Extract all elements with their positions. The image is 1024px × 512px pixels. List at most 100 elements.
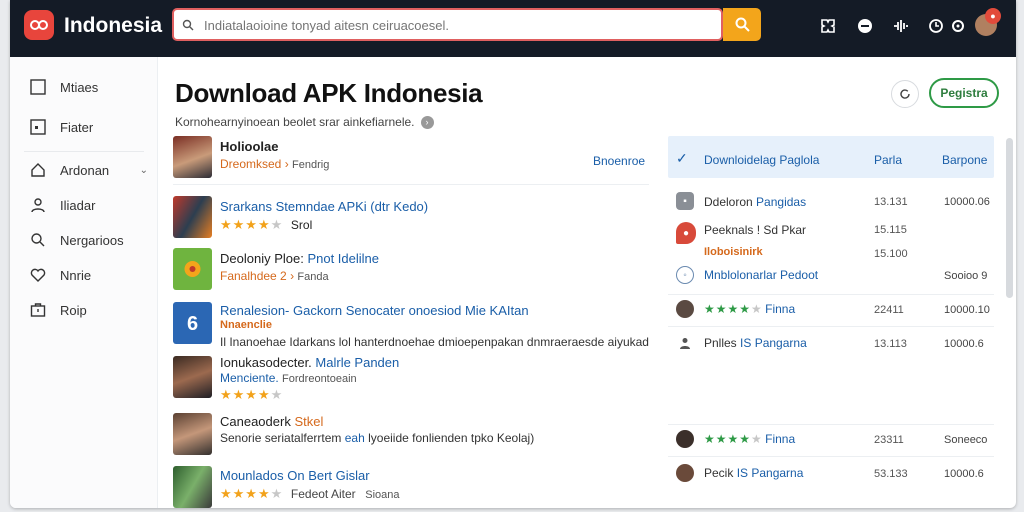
table-row[interactable]: Pnlles IS Pangarna 13.113 10000.6 [668, 334, 994, 354]
row-divider [668, 294, 994, 295]
app-thumbnail[interactable] [173, 248, 212, 290]
notification-badge-icon: ● [985, 8, 1001, 24]
search-icon [735, 17, 750, 32]
svg-text:6: 6 [187, 313, 198, 335]
square-dot-icon [28, 117, 48, 137]
pin-icon: ● [676, 222, 696, 244]
row-divider [173, 184, 649, 185]
avatar [676, 430, 694, 448]
search-input[interactable] [182, 15, 682, 35]
app-description: Il Inanoehae Idarkans lol hanterdnoehae … [220, 335, 649, 349]
app-meta: Nnaenclie [220, 319, 272, 331]
table-row[interactable]: Pecik IS Pangarna 53.133 10000.6 [668, 464, 994, 484]
home-icon [28, 160, 48, 180]
app-title[interactable]: Ionukasodecter. Malrle Panden [220, 355, 399, 370]
sidebar-divider [24, 151, 144, 152]
sidebar: Mtiaes Fiater Ardonan ⌄ Iliadar Nergario… [10, 57, 158, 508]
featured-item[interactable]: Holioolae Dreomksed › Fendrig Bnoenroe [173, 136, 649, 184]
chevron-down-icon[interactable]: ⌄ [140, 165, 148, 176]
table-row[interactable]: ▪ Ddeloron Pangidas 13.131 10000.06 [668, 192, 994, 212]
sidebar-item-2[interactable]: Ardonan ⌄ [28, 159, 148, 181]
app-thumbnail[interactable] [173, 356, 212, 398]
list-item[interactable]: Srarkans Stemndae APKi (dtr Kedo) ★★★★★ … [173, 196, 649, 242]
app-small-icon: ▪ [676, 192, 694, 210]
app-title[interactable]: Renalesion- Gackorn Senocater onoesiod M… [220, 303, 529, 318]
app-thumbnail[interactable]: 6 [173, 302, 212, 344]
clock-icon[interactable] [926, 16, 946, 36]
settings-icon[interactable] [948, 16, 968, 36]
subtitle-text: Kornohearnyinoean beolet srar ainkefiarn… [175, 115, 415, 129]
avatar [676, 464, 694, 482]
featured-thumbnail[interactable] [173, 136, 212, 178]
app-rating: ★★★★★ Fedeot Aiter Sioana [220, 486, 400, 501]
refresh-button[interactable] [891, 80, 919, 108]
list-item[interactable]: Caneaoderk Stkel Senorie seriatalferrtem… [173, 413, 649, 459]
sidebar-item-4[interactable]: Nergarioos [28, 229, 148, 251]
app-title[interactable]: Mounlados On Bert Gislar [220, 468, 370, 483]
list-item[interactable]: Deoloniy Ploe: Pnot Idelilne Fanalhdee 2… [173, 248, 649, 294]
register-button[interactable]: Pegistra [929, 78, 999, 108]
scrollbar[interactable] [1006, 138, 1013, 298]
download-panel-header: ✓ Downloidelag Paglola Parla Barpone [668, 136, 994, 178]
briefcase-icon [28, 300, 48, 320]
page-title: Download APK Indonesia [175, 78, 483, 108]
row-divider [668, 424, 994, 425]
app-logo-icon[interactable] [24, 10, 54, 40]
app-window: Indonesia ● Mtiaes [10, 0, 1016, 508]
download-panel: ✓ Downloidelag Paglola Parla Barpone ▪ D… [668, 136, 994, 508]
row-divider [668, 326, 994, 327]
arrow-right-icon[interactable]: › [420, 115, 434, 129]
sidebar-item-label: Mtiaes [60, 79, 99, 95]
app-thumbnail[interactable] [173, 413, 212, 455]
sidebar-item-1[interactable]: Fiater [28, 116, 148, 138]
page-subtitle: Kornohearnyinoean beolet srar ainkefiarn… [175, 115, 434, 129]
table-row[interactable]: ★★★★★ Finna 22411 10000.10 [668, 300, 994, 320]
square-icon [28, 77, 48, 97]
row-divider [668, 456, 994, 457]
sidebar-item-3[interactable]: Iliadar [28, 194, 148, 216]
app-meta: Menciente. Fordreontoeain [220, 371, 357, 385]
sidebar-item-label: Fiater [60, 119, 94, 135]
search-button[interactable] [723, 8, 761, 41]
sidebar-item-6[interactable]: Roip [28, 299, 148, 321]
app-description: Senorie seriatalferrtem eah lyoeiide fon… [220, 431, 535, 445]
app-meta: Fanalhdee 2 › Fanda [220, 269, 329, 283]
sidebar-item-label: Iliadar [60, 197, 96, 213]
sidebar-item-label: Nergarioos [60, 232, 124, 248]
app-thumbnail[interactable] [173, 466, 212, 508]
refresh-icon [900, 89, 910, 99]
avatar [676, 300, 694, 318]
app-title[interactable]: Srarkans Stemndae APKi (dtr Kedo) [220, 199, 428, 214]
app-title[interactable]: Deoloniy Ploe: Pnot Idelilne [220, 251, 379, 266]
user-icon [676, 334, 694, 352]
list-item[interactable]: Mounlados On Bert Gislar ★★★★★ Fedeot Ai… [173, 466, 649, 508]
column-header-1[interactable]: Parla [874, 153, 902, 167]
table-row[interactable]: ★★★★★ Finna 23311 Soneeco [668, 430, 994, 450]
puzzle-icon[interactable] [818, 16, 838, 36]
top-bar: Indonesia ● [10, 0, 1016, 57]
search-box[interactable] [172, 8, 723, 41]
check-icon: ✓ [676, 150, 688, 166]
app-rating: ★★★★★ [220, 387, 284, 402]
app-thumbnail[interactable] [173, 196, 212, 238]
sidebar-item-label: Ardonan [60, 162, 110, 178]
sidebar-item-0[interactable]: Mtiaes [28, 76, 148, 98]
featured-meta: Dreomksed › Fendrig [220, 157, 330, 171]
circle-icon: ◦ [676, 266, 694, 284]
list-item[interactable]: 6 Renalesion- Gackorn Senocater onoesiod… [173, 302, 649, 349]
sidebar-item-5[interactable]: Nnrie [28, 264, 148, 286]
sidebar-item-label: Nnrie [60, 267, 92, 283]
table-row[interactable]: ◦ Mnblolonarlar Pedoot Sooioo 9 [668, 266, 994, 286]
app-title[interactable]: Caneaoderk Stkel [220, 414, 323, 429]
search-icon [28, 230, 48, 250]
chat-icon[interactable] [855, 16, 875, 36]
table-row[interactable]: ● Peeknals ! Sd Pkar 15.115 Iloboisinirk… [668, 222, 994, 260]
featured-title[interactable]: Holioolae [220, 139, 279, 154]
list-item[interactable]: Ionukasodecter. Malrle Panden Menciente.… [173, 355, 649, 402]
featured-link[interactable]: Bnoenroe [593, 154, 645, 168]
logo-text: Indonesia [64, 14, 163, 37]
panel-title: Downloidelag Paglola [704, 153, 820, 167]
sidebar-item-label: Roip [60, 302, 87, 318]
audio-icon[interactable] [891, 16, 911, 36]
column-header-2[interactable]: Barpone [942, 153, 987, 167]
